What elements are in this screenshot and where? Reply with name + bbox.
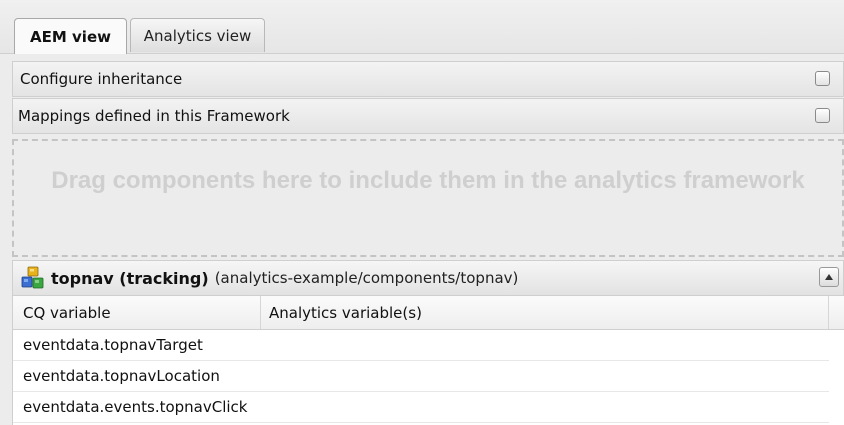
table-header: CQ variable Analytics variable(s) (13, 296, 844, 330)
dropzone-hint: Drag components here to include them in … (51, 167, 805, 194)
table-row[interactable]: eventdata.topnavTarget (13, 330, 829, 361)
cq-variable-cell: eventdata.events.topnavClick (23, 398, 248, 416)
cq-variable-cell: eventdata.topnavTarget (23, 336, 203, 354)
configure-inheritance-row: Configure inheritance (12, 61, 844, 97)
component-path: (analytics-example/components/topnav) (214, 269, 519, 287)
configure-inheritance-checkbox[interactable] (815, 71, 830, 86)
column-header-analytics-variables[interactable]: Analytics variable(s) (261, 296, 829, 329)
mappings-defined-checkbox[interactable] (815, 108, 830, 123)
table-row[interactable]: eventdata.events.topnavClick (13, 392, 829, 423)
tab-bar: AEM view Analytics view (0, 0, 844, 54)
collapse-button[interactable] (819, 267, 839, 287)
component-title: topnav (tracking) (51, 268, 209, 288)
table-row[interactable]: eventdata.topnavLocation (13, 361, 829, 392)
component-panel-header: topnav (tracking) (analytics-example/com… (12, 260, 844, 296)
tab-aem-view[interactable]: AEM view (14, 18, 127, 54)
configure-inheritance-label: Configure inheritance (20, 70, 183, 88)
component-dropzone[interactable]: Drag components here to include them in … (12, 139, 844, 257)
column-header-cq-variable[interactable]: CQ variable (13, 296, 261, 329)
chevron-up-icon (825, 274, 833, 280)
mappings-defined-label: Mappings defined in this Framework (18, 107, 290, 125)
tab-analytics-view[interactable]: Analytics view (130, 18, 265, 52)
variable-mapping-table: CQ variable Analytics variable(s) eventd… (12, 296, 844, 425)
cq-variable-cell: eventdata.topnavLocation (23, 367, 220, 385)
component-cubes-icon (21, 266, 44, 289)
mappings-defined-row: Mappings defined in this Framework (12, 98, 844, 134)
